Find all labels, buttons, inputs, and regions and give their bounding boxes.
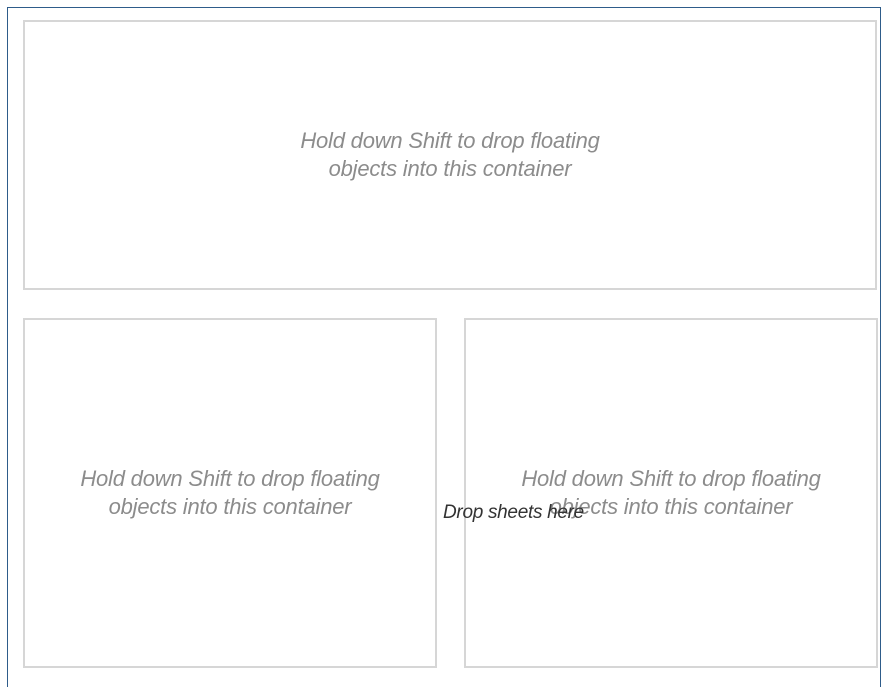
layout-container-bottom-left[interactable]: Hold down Shift to drop floating objects… bbox=[23, 318, 437, 668]
container-hint-text: Hold down Shift to drop floating objects… bbox=[80, 466, 380, 519]
container-hint-text: Hold down Shift to drop floating objects… bbox=[300, 128, 600, 181]
layout-container-top[interactable]: Hold down Shift to drop floating objects… bbox=[23, 20, 877, 290]
drop-sheets-label: Drop sheets here bbox=[443, 502, 584, 523]
layout-container-bottom-right[interactable]: Hold down Shift to drop floating objects… bbox=[464, 318, 878, 668]
